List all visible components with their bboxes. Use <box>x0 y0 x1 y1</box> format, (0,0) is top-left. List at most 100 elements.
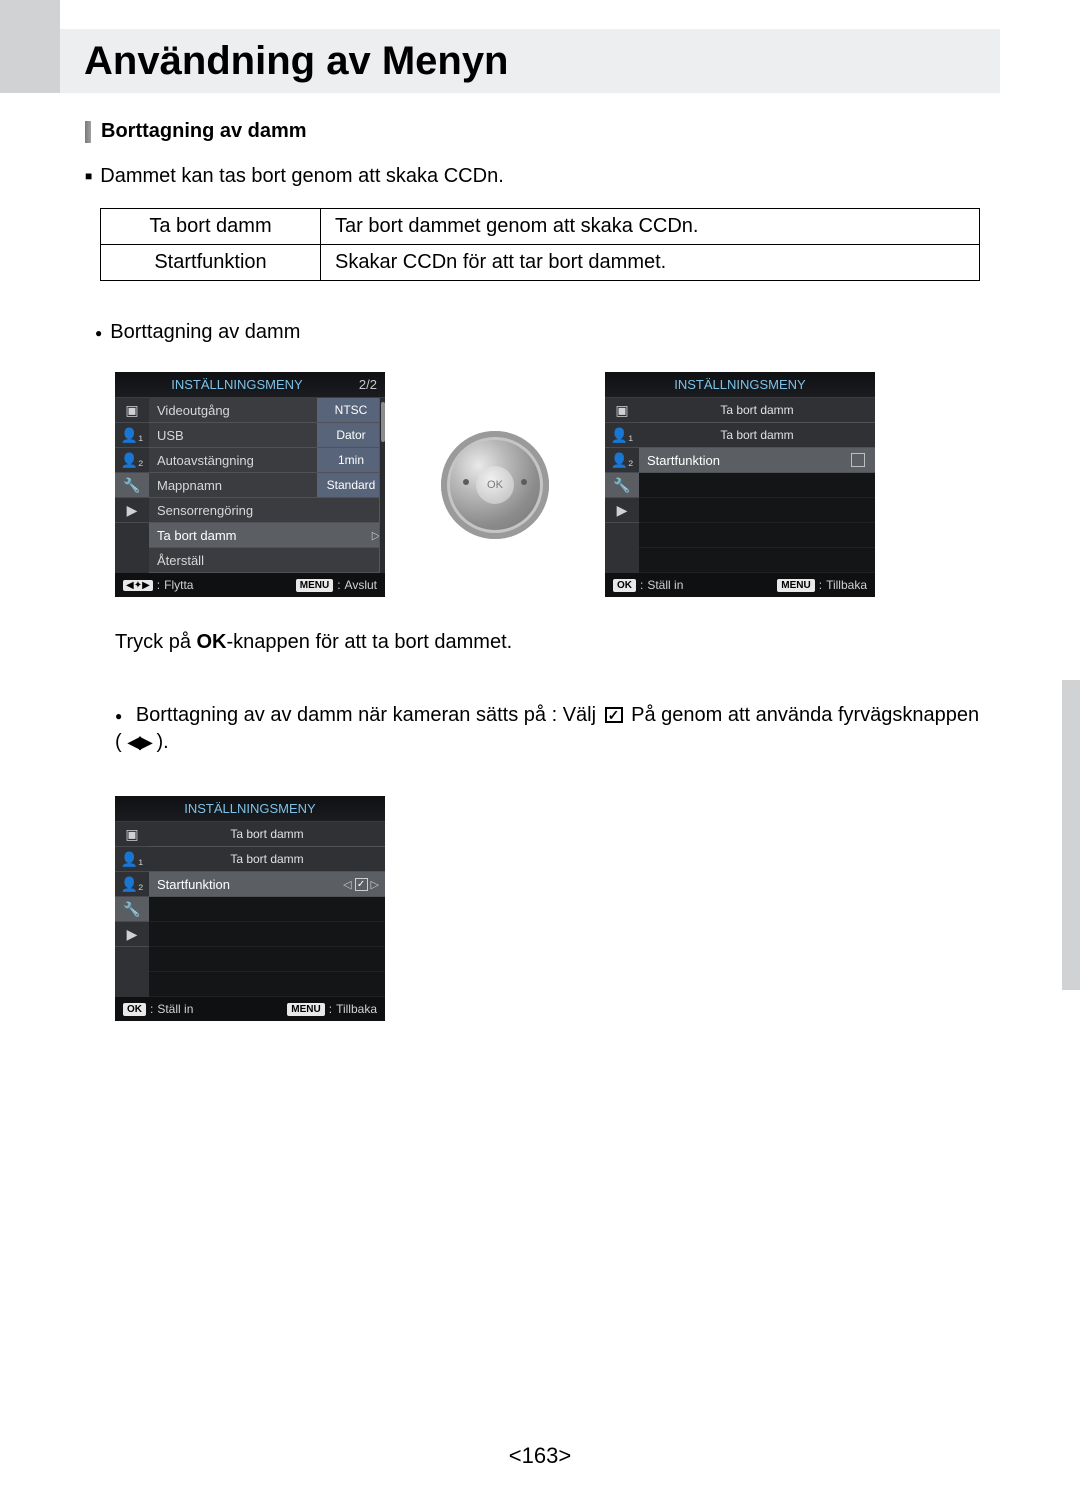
caption-ok: Tryck på OK-knappen för att ta bort damm… <box>115 631 990 654</box>
wrench-icon: 🔧 <box>115 473 149 498</box>
menu-header: INSTÄLLNINGSMENY <box>115 796 385 822</box>
foot-right-label: Tillbaka <box>336 1002 377 1016</box>
sub-heading: Borttagning av damm <box>95 321 990 344</box>
arrows-icon: ◀✦▶ <box>123 580 153 591</box>
menu-row: INSTÄLLNINGSMENY 2/2 ▣ 👤₁ 👤₂ 🔧 ▶ Videout… <box>115 372 990 597</box>
menu-empty-row <box>149 897 385 922</box>
menu-footer: OK:Ställ in MENU:Tillbaka <box>605 573 875 597</box>
menu-empty-row <box>149 972 385 997</box>
page-title-band: Användning av Menyn <box>60 29 1000 93</box>
menu-list: VideoutgångNTSC USBDator Autoavstängning… <box>149 398 385 573</box>
menu-footer: ◀✦▶:Flytta MENU:Avslut <box>115 573 385 597</box>
foot-right-label: Avslut <box>345 578 377 592</box>
menu-item-selected: Startfunktion ◁ ✓ ▷ <box>149 872 385 897</box>
play-icon: ▶ <box>115 922 149 947</box>
menu-empty-row <box>639 523 875 548</box>
menu-body: ▣ 👤₁ 👤₂ 🔧 ▶ VideoutgångNTSC USBDator Aut… <box>115 398 385 573</box>
menu-empty-row <box>149 922 385 947</box>
camera-icon: ▣ <box>605 398 639 423</box>
menu-button-icon: MENU <box>777 579 814 592</box>
foot-right-label: Tillbaka <box>826 578 867 592</box>
table-row: Startfunktion Skakar CCDn för att tar bo… <box>101 245 980 281</box>
menu-panel-3: INSTÄLLNINGSMENY ▣ 👤₁ 👤₂ 🔧 ▶ Ta bort dam… <box>115 796 385 1021</box>
menu-header-text: INSTÄLLNINGSMENY <box>674 377 805 392</box>
menu-item: Återställ <box>149 548 385 573</box>
person1-icon: 👤₁ <box>115 847 149 872</box>
person2-icon: 👤₂ <box>605 448 639 473</box>
checkbox-icon <box>851 453 865 467</box>
menu-list: Ta bort damm Ta bort damm Startfunktion <box>639 398 875 573</box>
menu-subtitle: Ta bort damm <box>149 847 385 872</box>
menu-item-selected: Ta bort damm▷ <box>149 523 385 548</box>
paragraph-startup: Borttagning av av damm när kameran sätts… <box>115 702 990 756</box>
section-title: Borttagning av damm <box>101 120 307 143</box>
menu-item: Sensorrengöring <box>149 498 385 523</box>
person2-icon: 👤₂ <box>115 448 149 473</box>
person2-icon: 👤₂ <box>115 872 149 897</box>
menu-item-selected: Startfunktion <box>639 448 875 473</box>
menu-panel-2: INSTÄLLNINGSMENY ▣ 👤₁ 👤₂ 🔧 ▶ Ta bort dam… <box>605 372 875 597</box>
menu-header-text: INSTÄLLNINGSMENY <box>184 801 315 816</box>
menu-item: VideoutgångNTSC <box>149 398 385 423</box>
menu-list: Ta bort damm Ta bort damm Startfunktion … <box>149 822 385 997</box>
menu-item: USBDator <box>149 423 385 448</box>
play-icon: ▶ <box>605 498 639 523</box>
menu-subtitle: Ta bort damm <box>149 822 385 847</box>
foot-left-label: Flytta <box>164 578 193 592</box>
foot-left-label: Ställ in <box>647 578 683 592</box>
section-heading: Borttagning av damm <box>85 120 990 143</box>
menu-empty-row <box>149 947 385 972</box>
menu-page-indicator: 2/2 <box>359 372 385 398</box>
page-number: <163> <box>0 1443 1080 1469</box>
wrench-icon: 🔧 <box>115 897 149 922</box>
camera-icon: ▣ <box>115 398 149 423</box>
menu-icon-column: ▣ 👤₁ 👤₂ 🔧 ▶ <box>115 398 149 573</box>
table-cell-label: Ta bort damm <box>101 209 321 245</box>
chevron-right-icon: ▷ <box>371 878 379 891</box>
intro-text: Dammet kan tas bort genom att skaka CCDn… <box>85 165 990 188</box>
menu-item: MappnamnStandard <box>149 473 385 498</box>
section-bar-icon <box>85 121 91 143</box>
menu-header-text: INSTÄLLNINGSMENY <box>171 377 302 392</box>
page-sidebar-right <box>1062 680 1080 990</box>
menu-header: INSTÄLLNINGSMENY 2/2 <box>115 372 385 398</box>
menu-body: ▣ 👤₁ 👤₂ 🔧 ▶ Ta bort damm Ta bort damm St… <box>605 398 875 573</box>
menu-button-icon: MENU <box>287 1003 324 1016</box>
table-cell-label: Startfunktion <box>101 245 321 281</box>
checkbox-checked-icon: ✓ <box>355 878 368 891</box>
table-row: Ta bort damm Tar bort dammet genom att s… <box>101 209 980 245</box>
ok-button-icon: OK <box>123 1003 146 1016</box>
description-table: Ta bort damm Tar bort dammet genom att s… <box>100 208 980 281</box>
dial-graphic: OK <box>435 425 555 545</box>
menu-button-icon: MENU <box>296 579 333 592</box>
menu-empty-row <box>639 548 875 573</box>
dial-dot-icon <box>521 479 527 485</box>
wrench-icon: 🔧 <box>605 473 639 498</box>
chevron-left-icon: ◁ <box>343 878 351 891</box>
dial-ok-button: OK <box>476 466 514 504</box>
menu-icon-column: ▣ 👤₁ 👤₂ 🔧 ▶ <box>605 398 639 573</box>
dial-dot-icon <box>463 479 469 485</box>
table-cell-desc: Tar bort dammet genom att skaka CCDn. <box>321 209 980 245</box>
arrows-lr-icon: ◀▶ <box>127 732 151 752</box>
nav-control: ◁ ✓ ▷ <box>343 878 379 891</box>
ok-button-icon: OK <box>613 579 636 592</box>
menu-empty-row <box>639 498 875 523</box>
play-icon: ▶ <box>115 498 149 523</box>
camera-icon: ▣ <box>115 822 149 847</box>
check-on-icon <box>605 707 623 723</box>
menu-footer: OK:Ställ in MENU:Tillbaka <box>115 997 385 1021</box>
menu-empty-row <box>639 473 875 498</box>
menu-item: Autoavstängning1min <box>149 448 385 473</box>
page-title: Användning av Menyn <box>84 39 509 84</box>
menu-icon-column: ▣ 👤₁ 👤₂ 🔧 ▶ <box>115 822 149 997</box>
page-sidebar-left <box>0 0 60 93</box>
foot-left-label: Ställ in <box>157 1002 193 1016</box>
table-cell-desc: Skakar CCDn för att tar bort dammet. <box>321 245 980 281</box>
menu-body: ▣ 👤₁ 👤₂ 🔧 ▶ Ta bort damm Ta bort damm St… <box>115 822 385 997</box>
scrollbar <box>379 398 385 573</box>
person1-icon: 👤₁ <box>115 423 149 448</box>
menu-header: INSTÄLLNINGSMENY <box>605 372 875 398</box>
person1-icon: 👤₁ <box>605 423 639 448</box>
menu-subtitle: Ta bort damm <box>639 398 875 423</box>
